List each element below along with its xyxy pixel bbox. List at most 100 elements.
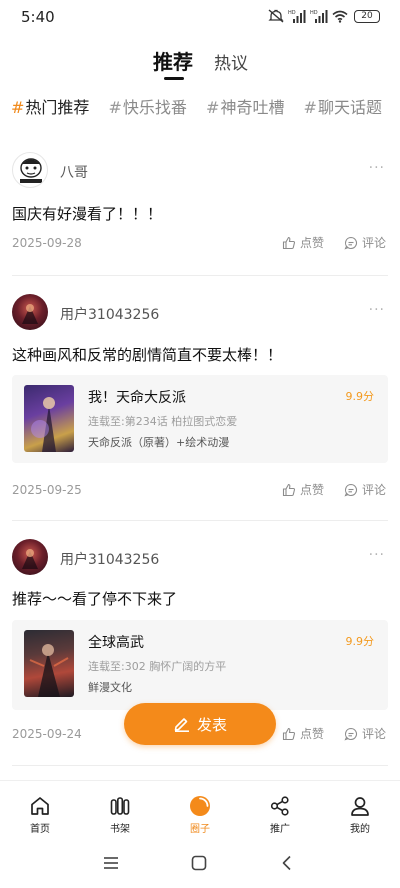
topic-roast[interactable]: #神奇吐槽 [206, 94, 284, 118]
book-card[interactable]: 我！天命大反派 9.9分 连载至:第234话 柏拉图式恋爱 天命反派（原著）+绘… [12, 375, 388, 463]
like-label: 点赞 [299, 236, 324, 250]
comment-label: 评论 [361, 727, 386, 741]
username[interactable]: 用户31043256 [60, 549, 159, 569]
post-actions: 点赞 评论 [282, 725, 386, 742]
book-title: 我！天命大反派 [88, 390, 186, 406]
nav-label: 书架 [110, 824, 130, 835]
hash-icon: # [303, 98, 317, 117]
post-item: 用户31043256 ··· 这种画风和反常的剧情简直不要太棒！！ 我！天命大反… [0, 276, 400, 521]
post-actions: 点赞 评论 [282, 234, 386, 251]
system-nav-bar [0, 845, 400, 888]
topic-label: 快乐找番 [122, 98, 187, 117]
book-score: 9.9分 [345, 635, 375, 648]
comment-label: 评论 [361, 483, 386, 497]
status-time: 5:40 [21, 8, 55, 26]
nav-profile[interactable]: 我的 [330, 795, 390, 835]
post-date: 2025-09-25 [12, 483, 82, 497]
topic-bar: #热门推荐 #快乐找番 #神奇吐槽 #聊天话题 [11, 94, 400, 120]
like-label: 点赞 [299, 483, 324, 497]
nav-circle[interactable]: 圈子 [170, 795, 230, 835]
topic-label: 聊天话题 [317, 98, 382, 117]
hash-icon: # [108, 98, 122, 117]
hash-icon: # [206, 98, 220, 117]
nav-home[interactable]: 首页 [10, 795, 70, 835]
post-text: 国庆有好漫看了！！！ [12, 205, 163, 223]
post-item: 八哥 ··· 国庆有好漫看了！！！ 2025-09-28 点赞 评论 [0, 131, 400, 276]
post-date: 2025-09-24 [12, 727, 82, 741]
like-label: 点赞 [299, 727, 324, 741]
like-button[interactable]: 点赞 [282, 234, 324, 251]
mute-icon [268, 9, 284, 23]
home-square-icon[interactable] [191, 855, 207, 871]
publish-button[interactable]: 发表 [124, 703, 276, 745]
status-icons: HD HD 20 [268, 9, 380, 23]
avatar[interactable] [12, 294, 48, 330]
post-text: 推荐～～看了停不下来了 [12, 590, 178, 608]
book-card[interactable]: 全球高武 9.9分 连载至:302 胸怀广阔的方平 鲜漫文化 [12, 620, 388, 710]
book-tags: 天命反派（原著）+绘术动漫 [88, 436, 230, 449]
topic-label: 热门推荐 [25, 98, 90, 117]
wifi-icon [332, 10, 348, 23]
divider [12, 765, 388, 766]
username[interactable]: 八哥 [60, 162, 88, 182]
post-actions: 点赞 评论 [282, 481, 386, 498]
bottom-nav: 首页 书架 圈子 推广 我的 [0, 780, 400, 840]
comment-icon [344, 236, 357, 249]
nav-label: 首页 [30, 824, 50, 835]
hash-icon: # [11, 98, 25, 117]
topic-find-anime[interactable]: #快乐找番 [109, 94, 187, 118]
pencil-icon [174, 718, 189, 732]
nav-label: 推广 [270, 824, 290, 835]
battery-icon: 20 [354, 9, 380, 23]
bookshelf-icon [110, 797, 130, 815]
book-tags: 鲜漫文化 [88, 681, 132, 694]
thumbs-up-icon [282, 727, 296, 740]
comment-icon [344, 483, 357, 496]
book-title: 全球高武 [88, 635, 144, 651]
publish-label: 发表 [196, 715, 227, 734]
username[interactable]: 用户31043256 [60, 304, 159, 324]
nav-promote[interactable]: 推广 [250, 795, 310, 835]
comment-button[interactable]: 评论 [344, 725, 386, 742]
signal-1-icon: HD [288, 10, 306, 23]
topic-chat[interactable]: #聊天话题 [304, 94, 382, 118]
book-score: 9.9分 [345, 390, 375, 403]
tab-active-indicator [164, 77, 184, 80]
book-update: 连载至:第234话 柏拉图式恋爱 [88, 415, 238, 428]
book-cover [24, 385, 74, 452]
tab-hot-discussion[interactable]: 热议 [214, 49, 248, 74]
tab-recommend[interactable]: 推荐 [153, 46, 193, 75]
post-date: 2025-09-28 [12, 236, 82, 250]
thumbs-up-icon [282, 483, 296, 496]
book-update: 连载至:302 胸怀广阔的方平 [88, 660, 227, 673]
avatar[interactable] [12, 539, 48, 575]
like-button[interactable]: 点赞 [282, 725, 324, 742]
svg-text:HD: HD [288, 10, 296, 16]
menu-icon[interactable] [103, 855, 119, 871]
book-cover [24, 630, 74, 697]
comment-label: 评论 [361, 236, 386, 250]
more-options-icon[interactable]: ··· [369, 547, 385, 563]
comment-icon [344, 727, 357, 740]
nav-label: 我的 [350, 824, 370, 835]
back-icon[interactable] [279, 855, 295, 871]
post-text: 这种画风和反常的剧情简直不要太棒！！ [12, 346, 283, 364]
profile-icon [351, 797, 369, 816]
top-tabs: 推荐 热议 [0, 42, 400, 82]
like-button[interactable]: 点赞 [282, 481, 324, 498]
status-bar: 5:40 HD HD 20 [0, 0, 400, 34]
avatar[interactable] [12, 152, 48, 188]
thumbs-up-icon [282, 236, 296, 249]
signal-2-icon: HD [310, 10, 328, 23]
circle-icon [190, 796, 210, 816]
svg-text:HD: HD [310, 10, 318, 16]
more-options-icon[interactable]: ··· [369, 302, 385, 318]
topic-label: 神奇吐槽 [220, 98, 285, 117]
home-icon [31, 797, 49, 815]
more-options-icon[interactable]: ··· [369, 160, 385, 176]
comment-button[interactable]: 评论 [344, 481, 386, 498]
nav-bookshelf[interactable]: 书架 [90, 795, 150, 835]
comment-button[interactable]: 评论 [344, 234, 386, 251]
topic-hot-recommend[interactable]: #热门推荐 [11, 94, 89, 118]
nav-label: 圈子 [190, 824, 210, 835]
